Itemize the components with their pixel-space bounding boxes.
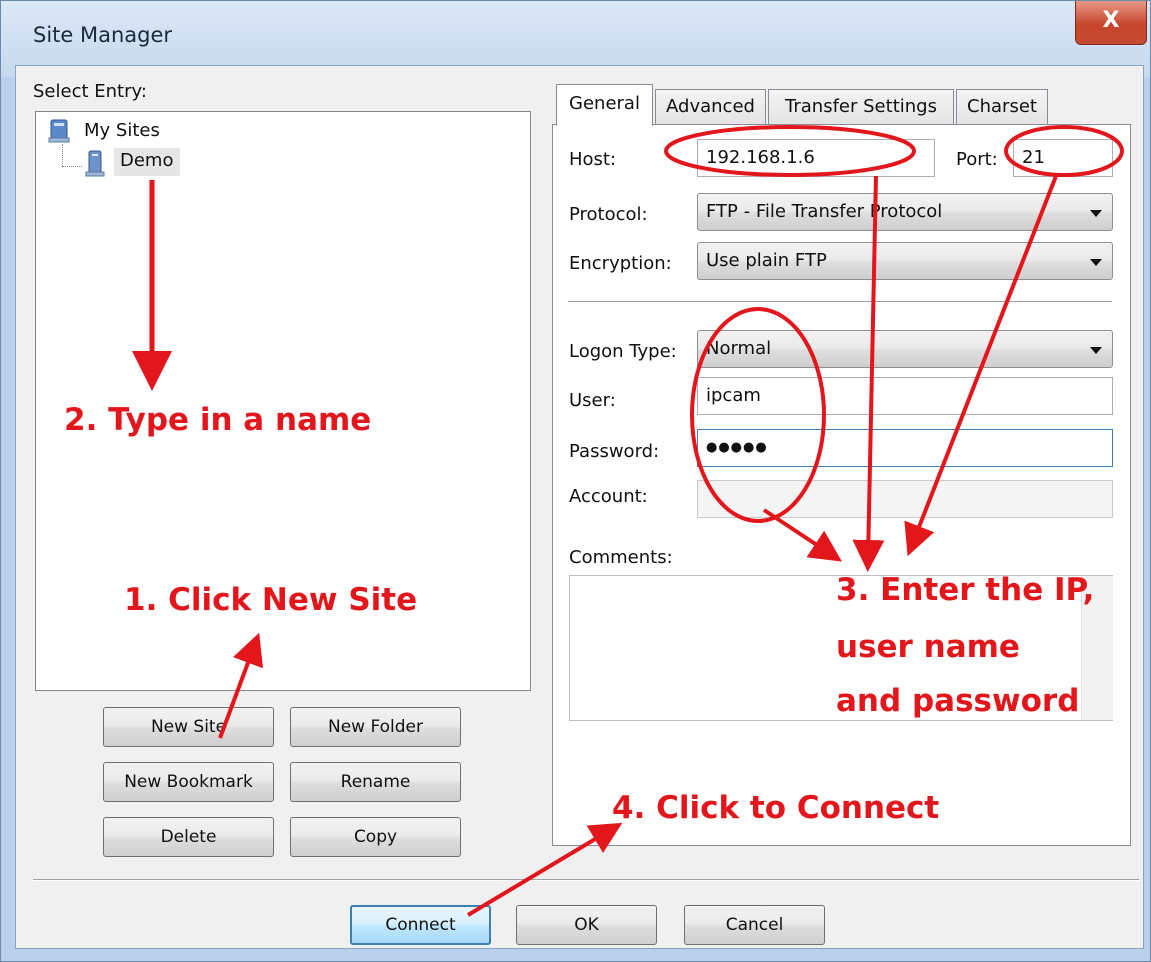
annotation-step2: 2. Type in a name [64,402,372,438]
annotation-overlay [132,125,1124,917]
step1-arrow [218,632,264,739]
port-arrow [904,175,1058,557]
tab-general[interactable]: General [556,84,653,126]
step4-arrow [466,822,623,917]
credentials-arrow [762,508,843,562]
port-highlight-circle [1004,125,1124,177]
annotation-step4: 4. Click to Connect [612,790,940,826]
credentials-highlight-circle [690,307,826,523]
annotation-step3-line1: 3. Enter the IP, [836,572,1095,608]
annotation-step1: 1. Click New Site [124,582,418,618]
host-arrow [852,175,885,572]
annotation-step3-line3: and password [836,683,1080,719]
annotation-step3-line2: user name [836,629,1020,665]
host-highlight-circle [664,125,916,177]
